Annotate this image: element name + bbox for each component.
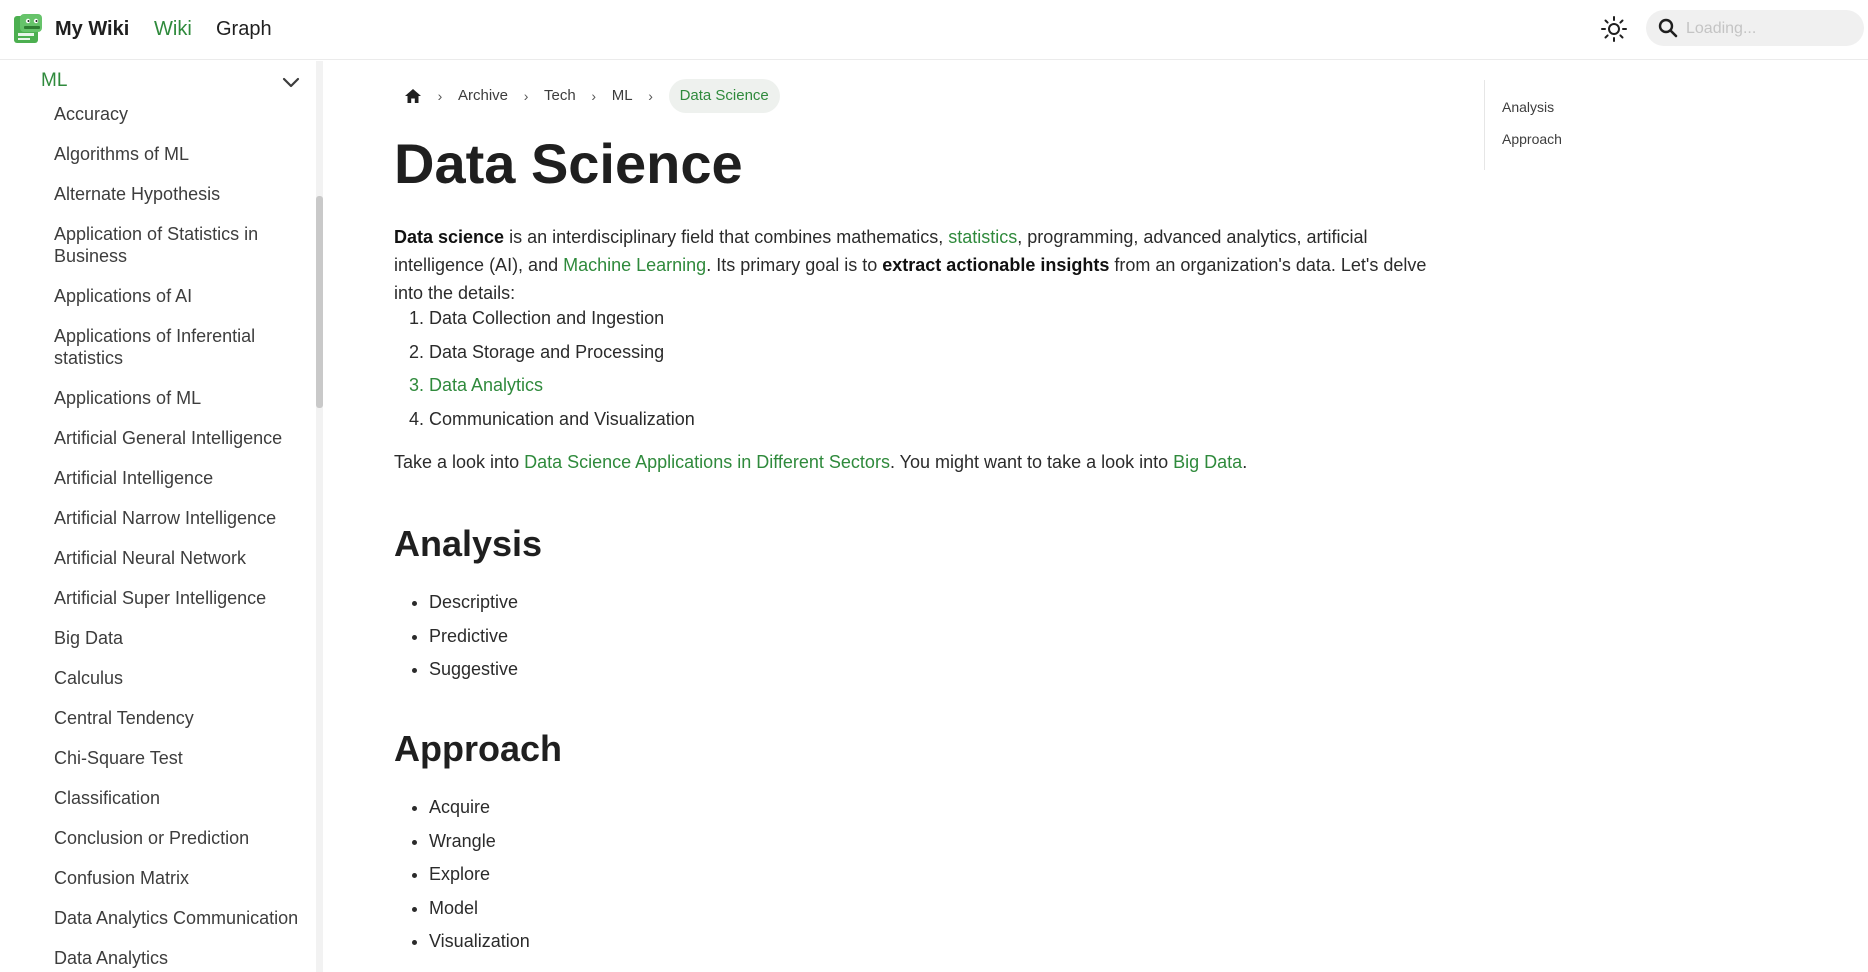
followup-text: . You might want to take a look into xyxy=(889,452,1174,472)
sidebar-list: Accuracy Algorithms of ML Alternate Hypo… xyxy=(54,103,309,972)
intro-paragraph: Data science is an interdisciplinary fie… xyxy=(394,223,1434,307)
data-analytics-link[interactable]: Data Analytics xyxy=(429,375,543,395)
search-box[interactable] xyxy=(1646,10,1864,46)
nav-graph[interactable]: Graph xyxy=(216,15,272,43)
sidebar-item[interactable]: Data Analytics Communication xyxy=(54,907,309,929)
intro-text: . Its primary goal is to xyxy=(706,255,883,275)
top-bar: My Wiki Wiki Graph xyxy=(0,0,1868,60)
sidebar-section-ml[interactable]: ML xyxy=(41,69,67,93)
sidebar-item[interactable]: Chi-Square Test xyxy=(54,747,309,769)
list-item: Data Collection and Ingestion xyxy=(429,302,695,336)
sidebar-item[interactable]: Confusion Matrix xyxy=(54,867,309,889)
sidebar-item[interactable]: Alternate Hypothesis xyxy=(54,183,309,205)
search-input[interactable] xyxy=(1684,14,1858,44)
big-data-link[interactable]: Big Data xyxy=(1173,452,1242,472)
list-item: Data Analytics xyxy=(429,369,695,403)
intro-bold-term: Data science xyxy=(394,227,505,247)
analysis-list: Descriptive Predictive Suggestive xyxy=(394,586,518,687)
search-icon[interactable] xyxy=(1658,18,1678,38)
statistics-link[interactable]: statistics xyxy=(948,227,1017,247)
chevron-down-icon[interactable] xyxy=(280,71,302,93)
sidebar-item[interactable]: Applications of Inferential statistics xyxy=(54,325,309,369)
intro-text: is an interdisciplinary field that combi… xyxy=(504,227,949,247)
toc-item-analysis[interactable]: Analysis xyxy=(1502,98,1554,116)
data-science-applications-link[interactable]: Data Science Applications in Different S… xyxy=(524,452,890,472)
sidebar: ML Accuracy Algorithms of ML Alternate H… xyxy=(0,61,316,972)
sidebar-item[interactable]: Applications of AI xyxy=(54,285,309,307)
sidebar-item[interactable]: Accuracy xyxy=(54,103,309,125)
sun-icon[interactable] xyxy=(1599,14,1629,44)
machine-learning-link[interactable]: Machine Learning xyxy=(563,255,706,275)
sidebar-item[interactable]: Applications of ML xyxy=(54,387,309,409)
heading-analysis: Analysis xyxy=(394,523,543,564)
list-item: Model xyxy=(429,892,530,926)
site-title[interactable]: My Wiki xyxy=(55,15,129,43)
list-item: Predictive xyxy=(429,620,518,654)
list-item: Visualization xyxy=(429,925,530,959)
table-of-contents: Analysis Approach xyxy=(1484,80,1685,170)
list-item: Acquire xyxy=(429,791,530,825)
sidebar-item[interactable]: Artificial Intelligence xyxy=(54,467,309,489)
sidebar-item[interactable]: Artificial Neural Network xyxy=(54,547,309,569)
sidebar-item[interactable]: Classification xyxy=(54,787,309,809)
steps-list: Data Collection and Ingestion Data Stora… xyxy=(394,302,695,436)
breadcrumb-separator: › xyxy=(523,88,529,104)
followup-text: . xyxy=(1242,452,1248,472)
breadcrumb-tech[interactable]: Tech xyxy=(544,79,576,113)
list-item: Suggestive xyxy=(429,653,518,687)
sidebar-item[interactable]: Application of Statistics in Business xyxy=(54,223,309,267)
breadcrumb-separator: › xyxy=(591,88,597,104)
approach-list: Acquire Wrangle Explore Model Visualizat… xyxy=(394,791,530,959)
list-item: Wrangle xyxy=(429,825,530,859)
sidebar-item[interactable]: Big Data xyxy=(54,627,309,649)
sidebar-item[interactable]: Data Analytics xyxy=(54,947,309,969)
sidebar-scrollbar-thumb[interactable] xyxy=(316,196,323,408)
toc-item-approach[interactable]: Approach xyxy=(1502,130,1562,148)
sidebar-item[interactable]: Artificial Narrow Intelligence xyxy=(54,507,309,529)
breadcrumb: › Archive › Tech › ML › Data Science xyxy=(404,79,780,113)
sidebar-item[interactable]: Artificial General Intelligence xyxy=(54,427,309,449)
breadcrumb-separator: › xyxy=(437,88,443,104)
intro-bold-phrase: extract actionable insights xyxy=(882,255,1110,275)
heading-approach: Approach xyxy=(394,728,563,769)
breadcrumb-ml[interactable]: ML xyxy=(612,79,633,113)
logo-icon[interactable] xyxy=(12,13,46,45)
list-item: Explore xyxy=(429,858,530,892)
breadcrumb-current: Data Science xyxy=(668,79,780,113)
breadcrumb-archive[interactable]: Archive xyxy=(458,79,508,113)
sidebar-item[interactable]: Conclusion or Prediction xyxy=(54,827,309,849)
sidebar-item[interactable]: Central Tendency xyxy=(54,707,309,729)
list-item: Communication and Visualization xyxy=(429,403,695,437)
nav-wiki[interactable]: Wiki xyxy=(154,15,192,43)
home-icon[interactable] xyxy=(404,87,422,105)
list-item: Descriptive xyxy=(429,586,518,620)
sidebar-item[interactable]: Algorithms of ML xyxy=(54,143,309,165)
breadcrumb-separator: › xyxy=(648,88,653,104)
page-title: Data Science xyxy=(394,132,743,195)
list-item: Data Storage and Processing xyxy=(429,336,695,370)
sidebar-item[interactable]: Artificial Super Intelligence xyxy=(54,587,309,609)
followup-text: Take a look into xyxy=(394,452,525,472)
followup-paragraph: Take a look into Data Science Applicatio… xyxy=(394,448,1434,476)
sidebar-item[interactable]: Calculus xyxy=(54,667,309,689)
